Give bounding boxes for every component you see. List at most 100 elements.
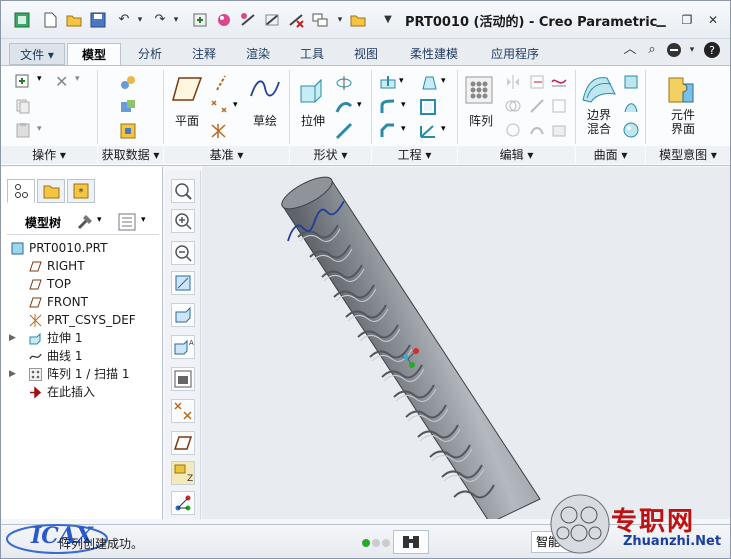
rib-icon[interactable] — [419, 122, 437, 143]
cylinder-model[interactable] — [278, 171, 541, 519]
community-icon[interactable] — [665, 41, 683, 59]
shell-icon[interactable] — [419, 98, 437, 119]
tree-item-insert-here[interactable]: 在此插入 — [7, 383, 157, 401]
round-dropdown-icon[interactable]: ▾ — [401, 100, 406, 110]
trim-icon[interactable] — [505, 122, 521, 141]
draft-icon[interactable] — [419, 74, 437, 95]
paste-dropdown-icon[interactable]: ▾ — [37, 124, 42, 134]
plane-display-icon[interactable] — [171, 431, 195, 455]
rib-dropdown-icon[interactable]: ▾ — [441, 124, 446, 134]
round-icon[interactable] — [379, 98, 397, 119]
regenerate-small-icon[interactable] — [15, 74, 35, 93]
plane-button-label[interactable]: 平面 — [169, 114, 205, 128]
freestyle-icon[interactable] — [623, 122, 639, 141]
view-manager-icon[interactable] — [171, 367, 195, 391]
minimize-icon[interactable]: ▁ — [653, 12, 669, 28]
group-datum[interactable]: 基准 ▾ — [164, 146, 289, 164]
group-surfaces[interactable]: 曲面 ▾ — [576, 146, 645, 164]
tab-annotate[interactable]: 注释 — [179, 43, 229, 65]
tree-settings-icon[interactable] — [75, 212, 95, 235]
pattern-button-label[interactable]: 阵列 — [463, 114, 499, 128]
group-model-intent[interactable]: 模型意图 ▾ — [646, 146, 730, 164]
windows-dropdown-icon[interactable]: ▾ — [331, 11, 349, 29]
fill-icon[interactable] — [623, 74, 639, 93]
tree-item-curve[interactable]: 曲线 1 — [7, 347, 157, 365]
tree-item-right[interactable]: RIGHT — [7, 257, 157, 275]
show-columns-icon[interactable] — [117, 212, 137, 235]
expand-icon[interactable]: ▶ — [9, 329, 19, 347]
intersect-icon[interactable] — [551, 98, 567, 117]
close-icon[interactable]: ✕ — [705, 12, 721, 28]
expand-icon[interactable]: ▶ — [9, 365, 19, 383]
project-icon[interactable] — [551, 74, 567, 93]
help-icon[interactable]: ? — [703, 41, 721, 59]
group-editing[interactable]: 编辑 ▾ — [458, 146, 575, 164]
windows-icon[interactable] — [311, 11, 329, 29]
group-shapes[interactable]: 形状 ▾ — [290, 146, 371, 164]
pattern-icon[interactable] — [465, 76, 493, 107]
datum-point-dropdown-icon[interactable]: ▾ — [233, 100, 238, 110]
merge-icon[interactable] — [505, 98, 521, 117]
saved-orientations-icon[interactable]: AB — [171, 335, 199, 359]
thicken-icon[interactable] — [529, 122, 545, 141]
component-interface-label[interactable]: 元件 界面 — [663, 108, 703, 136]
extrude-icon[interactable] — [297, 76, 327, 109]
boundary-blend-label[interactable]: 边界 混合 — [581, 108, 617, 136]
open-icon[interactable] — [65, 11, 83, 29]
community-dropdown-icon[interactable]: ▾ — [683, 41, 701, 59]
zoom-out-icon[interactable] — [171, 241, 195, 265]
display-style-icon[interactable] — [263, 11, 281, 29]
close-window-icon[interactable] — [287, 11, 305, 29]
extrude-button-label[interactable]: 拉伸 — [295, 114, 331, 128]
tree-item-pattern[interactable]: ▶ 阵列 1 / 扫描 1 — [7, 365, 157, 383]
delete-dropdown-icon[interactable]: ▾ — [75, 74, 80, 84]
draft-dropdown-icon[interactable]: ▾ — [441, 76, 446, 86]
customize-quick-access-icon[interactable]: ▼ — [379, 11, 397, 29]
tree-item-csys[interactable]: PRT_CSYS_DEF — [7, 311, 157, 329]
component-interface-icon[interactable] — [665, 74, 697, 109]
shrinkwrap-icon[interactable] — [119, 122, 137, 143]
style-icon[interactable] — [623, 98, 639, 117]
solidify-icon[interactable] — [551, 122, 567, 141]
tree-item-top[interactable]: TOP — [7, 275, 157, 293]
tab-applications[interactable]: 应用程序 — [475, 43, 555, 65]
find-icon[interactable] — [393, 530, 429, 554]
boundary-blend-icon[interactable] — [581, 72, 617, 107]
hole-dropdown-icon[interactable]: ▾ — [399, 76, 404, 86]
chamfer-icon[interactable] — [379, 122, 397, 143]
tab-file[interactable]: 文件 ▾ — [9, 43, 65, 65]
tree-settings-dropdown-icon[interactable]: ▾ — [97, 215, 102, 225]
regenerate-icon[interactable] — [191, 11, 209, 29]
datum-point-icon[interactable] — [209, 98, 229, 119]
folder-icon[interactable] — [349, 11, 367, 29]
search-icon[interactable]: ⌕ — [643, 41, 661, 59]
appearance-icon[interactable] — [215, 11, 233, 29]
tree-item-extrude[interactable]: ▶ 拉伸 1 — [7, 329, 157, 347]
annotation-display-icon[interactable]: Z — [171, 461, 195, 485]
zoom-in-icon[interactable] — [171, 209, 195, 233]
tab-analysis[interactable]: 分析 — [125, 43, 175, 65]
group-operations[interactable]: 操作 ▾ — [1, 146, 97, 164]
show-columns-dropdown-icon[interactable]: ▾ — [141, 215, 146, 225]
swept-blend-icon[interactable] — [335, 122, 353, 143]
extend-icon[interactable] — [529, 74, 545, 93]
display-style-icon[interactable] — [171, 303, 195, 327]
new-icon[interactable] — [41, 11, 59, 29]
refit-icon[interactable] — [171, 179, 195, 203]
paste-icon[interactable] — [15, 122, 31, 141]
sweep-dropdown-icon[interactable]: ▾ — [357, 100, 362, 110]
measure-icon[interactable] — [239, 11, 257, 29]
tab-view[interactable]: 视图 — [341, 43, 391, 65]
model-tree-tab[interactable] — [7, 179, 35, 203]
group-engineering[interactable]: 工程 ▾ — [372, 146, 457, 164]
hole-icon[interactable] — [379, 74, 397, 95]
regenerate-dropdown-icon[interactable]: ▾ — [37, 74, 42, 84]
save-icon[interactable] — [89, 11, 107, 29]
mirror-icon[interactable] — [505, 74, 521, 93]
tree-item-front[interactable]: FRONT — [7, 293, 157, 311]
sketch-icon[interactable] — [249, 76, 281, 105]
tab-flexible-modeling[interactable]: 柔性建模 — [395, 43, 473, 65]
sweep-icon[interactable] — [335, 98, 353, 119]
restore-icon[interactable]: ❐ — [679, 12, 695, 28]
undo-dropdown-icon[interactable]: ▾ — [131, 11, 149, 29]
